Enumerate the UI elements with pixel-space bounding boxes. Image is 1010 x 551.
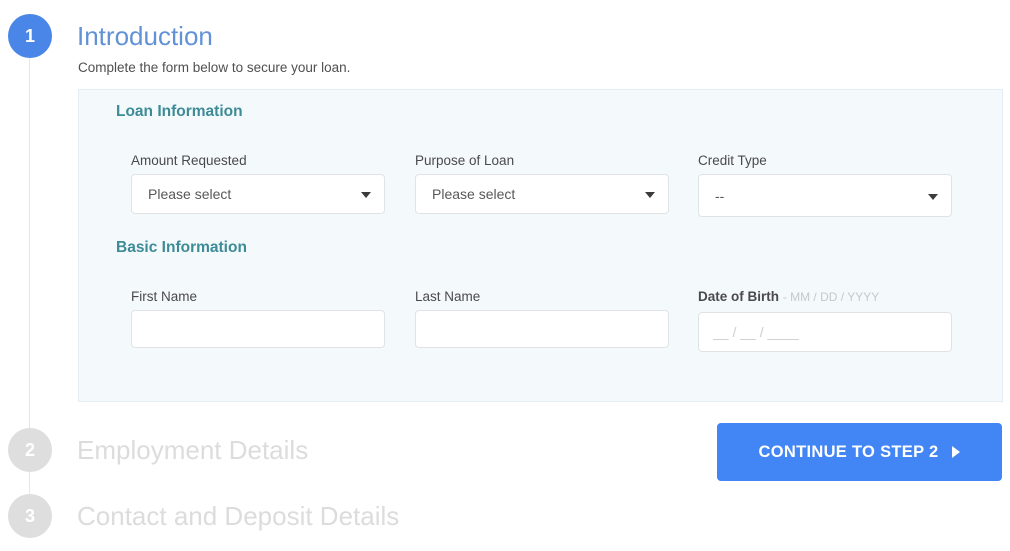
- field-credit-type: Credit Type --: [698, 153, 952, 217]
- field-first-name: First Name: [131, 289, 385, 348]
- step-1-number: 1: [24, 25, 35, 46]
- step-1-bullet[interactable]: 1: [8, 14, 52, 58]
- chevron-right-icon: [952, 446, 961, 458]
- label-first-name: First Name: [131, 289, 198, 304]
- purpose-of-loan-select[interactable]: Please select: [415, 174, 669, 214]
- credit-type-select-wrap: --: [698, 174, 952, 217]
- label-date-of-birth-text: Date of Birth: [698, 289, 779, 304]
- step-1-title: Introduction: [77, 21, 213, 51]
- step-3-bullet[interactable]: 3: [8, 494, 52, 538]
- step-2-number: 2: [24, 439, 35, 460]
- label-date-of-birth: Date of Birth - MM / DD / YYYY: [698, 289, 952, 304]
- label-date-of-birth-format-hint: - MM / DD / YYYY: [782, 290, 880, 304]
- purpose-of-loan-select-wrap: Please select: [415, 174, 669, 214]
- section-heading-loan-information: Loan Information: [116, 103, 243, 120]
- date-of-birth-input[interactable]: [698, 312, 952, 352]
- step-3-title: Contact and Deposit Details: [77, 501, 400, 531]
- continue-to-step-2-label: Continue to Step 2: [758, 442, 939, 461]
- label-amount-requested: Amount Requested: [131, 153, 247, 168]
- field-purpose-of-loan: Purpose of Loan Please select: [415, 153, 669, 214]
- loan-application-wizard: 1 Introduction Complete the form below t…: [0, 0, 1010, 551]
- label-last-name: Last Name: [415, 289, 481, 304]
- field-amount-requested: Amount Requested Please select: [131, 153, 385, 214]
- step-1-subtitle: Complete the form below to secure your l…: [78, 60, 351, 75]
- label-credit-type: Credit Type: [698, 153, 767, 168]
- field-date-of-birth: Date of Birth - MM / DD / YYYY: [698, 289, 952, 352]
- step-2-title: Employment Details: [77, 435, 309, 465]
- amount-requested-select-wrap: Please select: [131, 174, 385, 214]
- introduction-form-panel: Loan Information Amount Requested Please…: [78, 89, 1003, 402]
- amount-requested-select[interactable]: Please select: [131, 174, 385, 214]
- continue-to-step-2-button[interactable]: Continue to Step 2: [717, 423, 1002, 481]
- credit-type-select[interactable]: --: [698, 174, 952, 217]
- step-3-number: 3: [24, 505, 35, 526]
- last-name-input[interactable]: [415, 310, 669, 348]
- section-heading-basic-information: Basic Information: [116, 239, 247, 256]
- label-purpose-of-loan: Purpose of Loan: [415, 153, 515, 168]
- first-name-input[interactable]: [131, 310, 385, 348]
- field-last-name: Last Name: [415, 289, 669, 348]
- step-2-bullet[interactable]: 2: [8, 428, 52, 472]
